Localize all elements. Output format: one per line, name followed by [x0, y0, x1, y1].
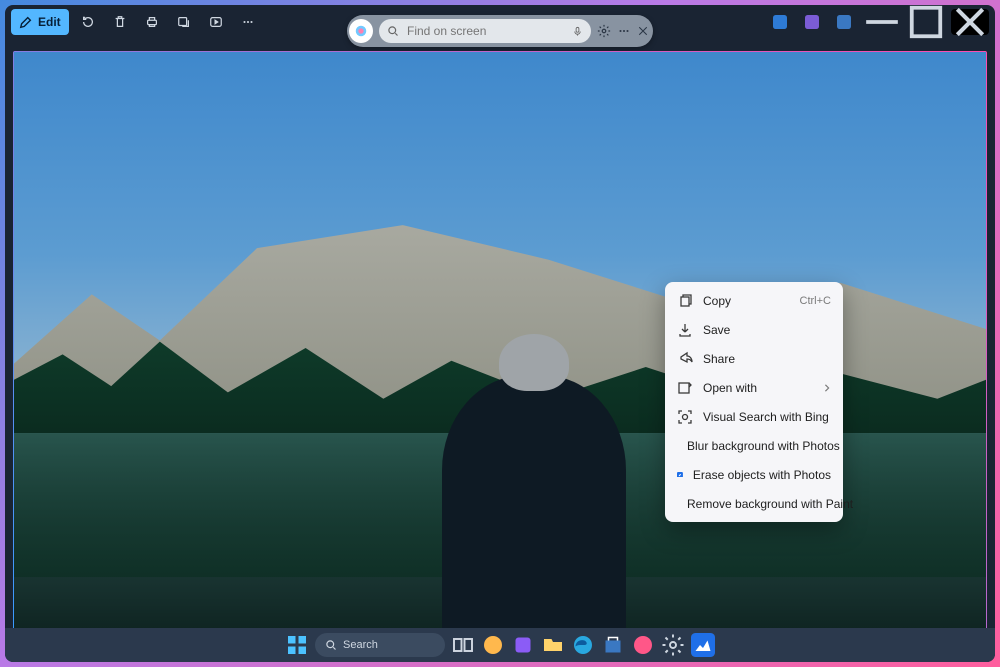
- minimize-icon: [863, 5, 901, 41]
- search-input-wrap[interactable]: [379, 19, 591, 43]
- maximize-icon: [907, 5, 945, 41]
- print-icon: [145, 15, 159, 29]
- mic-icon[interactable]: [572, 26, 583, 37]
- app-icon: [837, 15, 851, 29]
- search-icon: [325, 639, 337, 651]
- rotate-button[interactable]: [75, 9, 101, 35]
- menu-item-label: Visual Search with Bing: [703, 410, 831, 424]
- export-icon: [177, 15, 191, 29]
- find-on-screen-bar: [347, 15, 653, 47]
- menu-item-copy[interactable]: Copy Ctrl+C: [665, 286, 843, 315]
- taskbar-edge[interactable]: [571, 633, 595, 657]
- maximize-button[interactable]: [907, 9, 945, 35]
- search-input[interactable]: [405, 23, 566, 39]
- taskbar-app-3[interactable]: [631, 633, 655, 657]
- menu-item-label: Open with: [703, 381, 813, 395]
- ellipsis-icon: [241, 15, 255, 29]
- visual-search-icon: [677, 409, 693, 425]
- ellipsis-icon[interactable]: [617, 24, 631, 38]
- app-icon: [773, 15, 787, 29]
- menu-item-label: Blur background with Photos: [687, 439, 840, 453]
- edit-button[interactable]: Edit: [11, 9, 69, 35]
- menu-item-save[interactable]: Save: [665, 315, 843, 344]
- menu-item-shortcut: Ctrl+C: [800, 295, 831, 307]
- slideshow-button[interactable]: [203, 9, 229, 35]
- taskbar-search[interactable]: Search: [315, 633, 445, 657]
- titlebar-app-icon-2[interactable]: [799, 9, 825, 35]
- menu-item-erase[interactable]: Erase objects with Photos: [665, 460, 843, 489]
- open-with-icon: [677, 380, 693, 396]
- edit-button-label: Edit: [38, 15, 61, 29]
- context-menu: Copy Ctrl+C Save Share Open with Visual …: [665, 282, 843, 522]
- overflow-button[interactable]: [235, 9, 261, 35]
- minimize-button[interactable]: [863, 9, 901, 35]
- windows-taskbar: Search: [5, 628, 995, 662]
- titlebar-app-icon-3[interactable]: [831, 9, 857, 35]
- copilot-logo-icon: [349, 19, 373, 43]
- menu-item-label: Copy: [703, 294, 790, 308]
- save-icon: [677, 322, 693, 338]
- app-icon: [805, 15, 819, 29]
- edit-icon: [19, 15, 33, 29]
- search-icon: [387, 25, 399, 37]
- taskbar-app-1[interactable]: [481, 633, 505, 657]
- photos-erase-icon: [677, 467, 683, 483]
- export-button[interactable]: [171, 9, 197, 35]
- settings-icon[interactable]: [597, 24, 611, 38]
- taskbar-store[interactable]: [601, 633, 625, 657]
- taskbar-explorer[interactable]: [541, 633, 565, 657]
- print-button[interactable]: [139, 9, 165, 35]
- taskbar-app-2[interactable]: [511, 633, 535, 657]
- share-icon: [677, 351, 693, 367]
- menu-item-visual-search[interactable]: Visual Search with Bing: [665, 402, 843, 431]
- menu-item-blur-bg[interactable]: Blur background with Photos: [665, 431, 843, 460]
- chevron-right-icon: [823, 384, 831, 392]
- trash-icon: [113, 15, 127, 29]
- close-button[interactable]: [951, 9, 989, 35]
- close-icon: [951, 5, 989, 41]
- taskbar-search-label: Search: [343, 639, 378, 651]
- slideshow-icon: [209, 15, 223, 29]
- menu-item-open-with[interactable]: Open with: [665, 373, 843, 402]
- taskbar-photos-app[interactable]: [691, 633, 715, 657]
- taskbar-settings[interactable]: [661, 633, 685, 657]
- close-icon[interactable]: [637, 25, 649, 37]
- menu-item-remove-bg[interactable]: Remove background with Paint: [665, 489, 843, 518]
- task-view-button[interactable]: [451, 633, 475, 657]
- titlebar-app-icon-1[interactable]: [767, 9, 793, 35]
- menu-item-share[interactable]: Share: [665, 344, 843, 373]
- menu-item-label: Erase objects with Photos: [693, 468, 831, 482]
- copy-icon: [677, 293, 693, 309]
- delete-button[interactable]: [107, 9, 133, 35]
- photos-app-window: Edit: [5, 5, 995, 662]
- menu-item-label: Save: [703, 323, 831, 337]
- rotate-icon: [81, 15, 95, 29]
- start-button[interactable]: [285, 633, 309, 657]
- menu-item-label: Remove background with Paint: [687, 497, 853, 511]
- menu-item-label: Share: [703, 352, 831, 366]
